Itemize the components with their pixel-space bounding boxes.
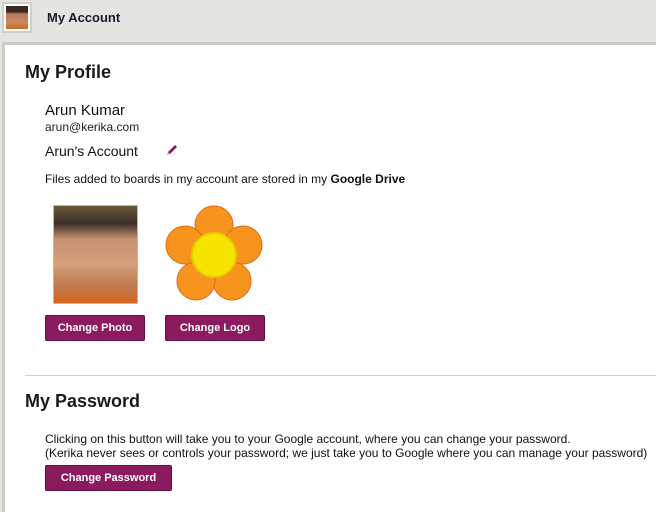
password-heading: My Password bbox=[25, 391, 141, 411]
user-avatar[interactable] bbox=[2, 2, 32, 33]
storage-text: Files added to boards in my account are … bbox=[45, 172, 331, 186]
profile-heading: My Profile bbox=[25, 62, 112, 82]
password-info: Clicking on this button will take you to… bbox=[45, 432, 647, 460]
change-photo-button[interactable]: Change Photo bbox=[45, 315, 145, 341]
section-divider bbox=[25, 375, 656, 376]
user-name: Arun Kumar bbox=[45, 102, 126, 119]
profile-photo bbox=[53, 205, 138, 304]
page-title: My Account bbox=[47, 10, 121, 25]
storage-info: Files added to boards in my account are … bbox=[45, 172, 405, 186]
avatar-image bbox=[6, 6, 28, 29]
change-logo-button[interactable]: Change Logo bbox=[165, 315, 265, 341]
user-email: arun@kerika.com bbox=[45, 120, 140, 134]
storage-target: Google Drive bbox=[330, 172, 406, 186]
top-bar: My Account bbox=[0, 0, 656, 40]
account-name: Arun's Account bbox=[45, 143, 138, 159]
password-info-line1: Clicking on this button will take you to… bbox=[45, 432, 571, 446]
account-logo-flower bbox=[165, 205, 263, 301]
edit-pencil-icon[interactable] bbox=[165, 143, 179, 157]
password-info-line2: (Kerika never sees or controls your pass… bbox=[45, 446, 648, 460]
change-password-button[interactable]: Change Password bbox=[45, 465, 172, 491]
